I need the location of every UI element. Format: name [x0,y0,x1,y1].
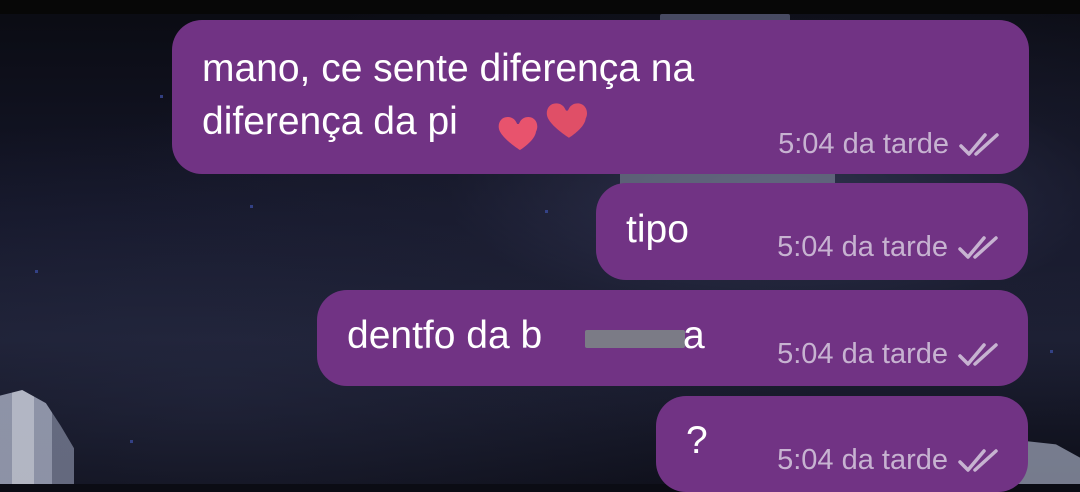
star [250,205,253,208]
message-meta: 5:04 da tarde [777,444,1000,477]
message-bubble-3[interactable]: dentfo da b a 5:04 da tarde [317,290,1028,386]
star [545,210,548,213]
top-bar [0,0,1080,14]
redaction-bar [585,330,685,348]
star [1050,350,1053,353]
message-text: tipo [626,208,689,251]
message-text: diferença da pi [202,100,458,143]
message-bubble-4[interactable]: ? 5:04 da tarde [656,396,1028,492]
message-meta: 5:04 da tarde [778,128,1001,161]
message-text: dentfo da b [347,314,543,357]
message-text: mano, ce sente diferença na [202,47,695,90]
message-text: ? [686,419,708,462]
message-bubble-2[interactable]: tipo 5:04 da tarde [596,183,1028,280]
double-check-icon [958,448,998,472]
double-check-icon [958,342,998,366]
message-time: 5:04 da tarde [777,231,948,263]
message-time: 5:04 da tarde [777,444,948,476]
message-time: 5:04 da tarde [777,338,948,370]
star [35,270,38,273]
message-time: 5:04 da tarde [778,128,949,160]
double-check-icon [959,132,999,156]
double-check-icon [958,235,998,259]
message-bubble-1[interactable]: mano, ce sente diferença na diferença da… [172,20,1029,174]
message-meta: 5:04 da tarde [777,338,1000,371]
star [160,95,163,98]
heart-sticker-icon [498,117,538,150]
message-meta: 5:04 da tarde [777,231,1000,264]
heart-sticker-icon [546,103,588,138]
message-text-tail: a [683,314,705,357]
star [130,440,133,443]
